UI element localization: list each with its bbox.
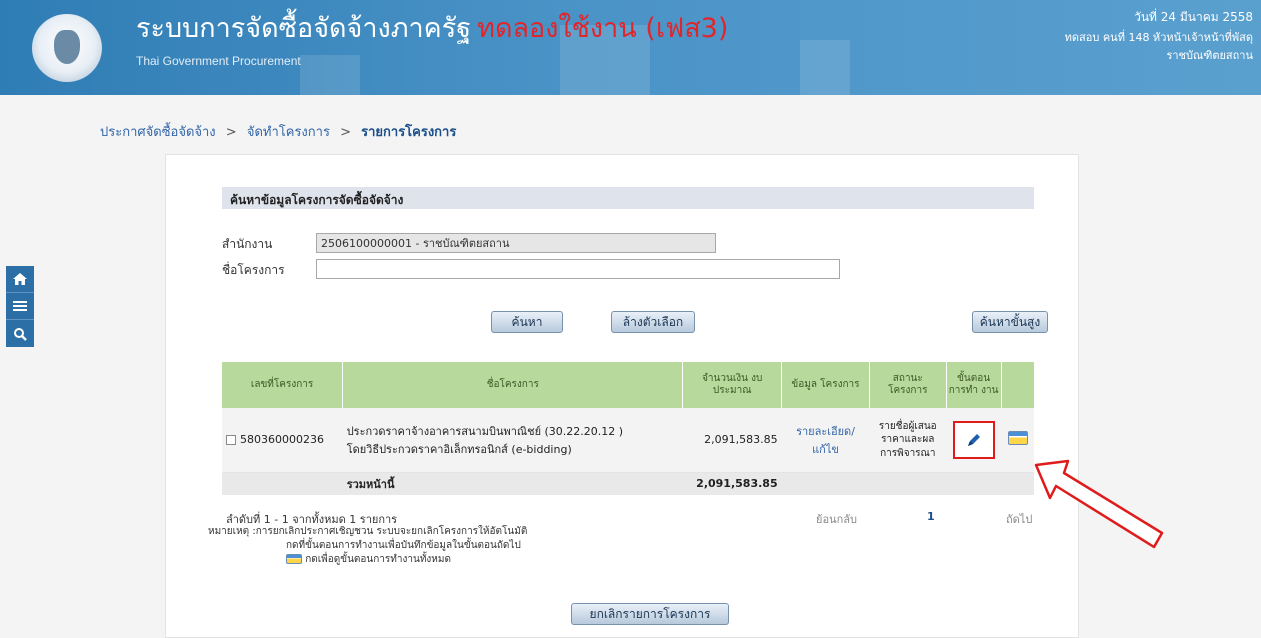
arrow-annotation-icon xyxy=(1034,459,1164,549)
app-subtitle: Thai Government Procurement xyxy=(136,54,301,68)
col-project-no: เลขที่โครงการ xyxy=(222,362,344,408)
status-cell: รายชื่อผู้เสนอ ราคาและผล การพิจารณา xyxy=(869,408,947,473)
pager-prev[interactable]: ย้อนกลับ xyxy=(816,510,857,528)
note-legend-text: กดเพื่อดูขั้นตอนการทำงานทั้งหมด xyxy=(305,554,451,565)
user-info: ทดสอบ คนที่ 148 หัวหน้าเจ้าหน้าที่พัสดุ xyxy=(1064,31,1253,44)
advanced-search-button[interactable]: ค้นหาขั้นสูง xyxy=(972,311,1048,333)
table-header-row: เลขที่โครงการ ชื่อโครงการ จำนวนเงิน งบปร… xyxy=(222,362,1034,408)
breadcrumb-item[interactable]: จัดทำโครงการ xyxy=(247,125,330,140)
col-project-info: ข้อมูล โครงการ xyxy=(781,362,870,408)
header-decoration xyxy=(800,40,850,95)
section-title: ค้นหาข้อมูลโครงการจัดซื้อจัดจ้าง xyxy=(222,187,1034,209)
app-title-text: ระบบการจัดซื้อจัดจ้างภาครัฐ xyxy=(136,13,472,44)
header-decoration xyxy=(300,55,360,95)
project-no-cell: 580360000236 xyxy=(222,408,343,473)
project-name-line: ประกวดราคาจ้างอาคารสนามบินพาณิชย์ (30.22… xyxy=(346,424,624,438)
steps-card-icon xyxy=(286,554,302,564)
search-icon[interactable] xyxy=(6,320,34,347)
project-name-label: ชื่อโครงการ xyxy=(222,263,285,277)
main-panel: ค้นหาข้อมูลโครงการจัดซื้อจัดจ้าง สำนักงา… xyxy=(165,154,1079,638)
breadcrumb-separator: > xyxy=(340,125,351,140)
home-icon[interactable] xyxy=(6,266,34,293)
col-project-name: ชื่อโครงการ xyxy=(342,362,684,408)
budget-cell: 2,091,583.85 xyxy=(682,408,782,473)
app-title: ระบบการจัดซื้อจัดจ้างภาครัฐ ทดลองใช้งาน (… xyxy=(136,6,728,49)
project-name-line: โดยวิธีประกวดราคาอิเล็กทรอนิกส์ (e-biddi… xyxy=(346,442,572,456)
col-step: ขั้นตอน การทำ งาน xyxy=(946,362,1002,408)
summary-row: รวมหน้านี้ 2,091,583.85 xyxy=(222,472,1034,495)
details-edit-link-cont[interactable]: แก้ไข xyxy=(786,440,866,458)
status-line: การพิจารณา xyxy=(880,447,936,459)
breadcrumb: ประกาศจัดซื้อจัดจ้าง > จัดทำโครงการ > รา… xyxy=(100,121,456,142)
project-info-cell[interactable]: รายละเอียด/ แก้ไข xyxy=(781,408,870,473)
breadcrumb-current: รายการโครงการ xyxy=(361,125,457,140)
side-toolbar xyxy=(6,266,34,347)
row-checkbox[interactable] xyxy=(226,435,236,446)
search-button[interactable]: ค้นหา xyxy=(491,311,563,333)
header-banner: ระบบการจัดซื้อจัดจ้างภาครัฐ ทดลองใช้งาน (… xyxy=(0,0,1261,95)
pager-page-number[interactable]: 1 xyxy=(927,510,935,523)
pencil-icon xyxy=(967,433,980,446)
pager-next[interactable]: ถัดไป xyxy=(1006,510,1032,528)
cancel-project-button[interactable]: ยกเลิกรายการโครงการ xyxy=(571,603,729,625)
user-org: ราชบัณฑิตยสถาน xyxy=(1166,49,1253,62)
status-line: รายชื่อผู้เสนอ xyxy=(878,420,937,432)
government-logo xyxy=(32,14,102,82)
project-table: เลขที่โครงการ ชื่อโครงการ จำนวนเงิน งบปร… xyxy=(222,362,1034,495)
project-name-input[interactable] xyxy=(316,259,840,279)
note-legend: กดเพื่อดูขั้นตอนการทำงานทั้งหมด xyxy=(286,552,451,567)
project-no: 580360000236 xyxy=(240,433,324,447)
col-budget: จำนวนเงิน งบประมาณ xyxy=(682,362,783,408)
summary-label: รวมหน้านี้ xyxy=(342,472,683,495)
clear-button[interactable]: ล้างตัวเลือก xyxy=(611,311,695,333)
note-line: กดที่ขั้นตอนการทำงานเพื่อบันทึกข้อมูลในข… xyxy=(286,540,521,551)
summary-total: 2,091,583.85 xyxy=(682,472,782,495)
steps-card-icon[interactable] xyxy=(1007,431,1028,446)
col-status: สถานะ โครงการ xyxy=(869,362,947,408)
dept-label: สำนักงาน xyxy=(222,237,273,251)
dept-field[interactable] xyxy=(316,233,716,253)
details-edit-link[interactable]: รายละเอียด/ xyxy=(786,422,866,440)
status-line: ราคาและผล xyxy=(881,434,935,445)
step-cell xyxy=(946,408,1002,473)
breadcrumb-item[interactable]: ประกาศจัดซื้อจัดจ้าง xyxy=(100,125,216,140)
current-date: วันที่ 24 มีนาคม 2558 xyxy=(1134,10,1253,24)
menu-icon[interactable] xyxy=(6,293,34,320)
trial-label: ทดลองใช้งาน (เฟส3) xyxy=(477,13,729,44)
edit-step-button[interactable] xyxy=(952,420,995,459)
note-line: หมายเหตุ :การยกเลิกประกาศเชิญชวน ระบบจะย… xyxy=(208,526,528,537)
table-row: 580360000236 ประกวดราคาจ้างอาคารสนามบินพ… xyxy=(222,408,1034,473)
breadcrumb-separator: > xyxy=(225,125,237,140)
col-view-all xyxy=(1001,362,1034,408)
project-name-cell: ประกวดราคาจ้างอาคารสนามบินพาณิชย์ (30.22… xyxy=(342,408,683,473)
